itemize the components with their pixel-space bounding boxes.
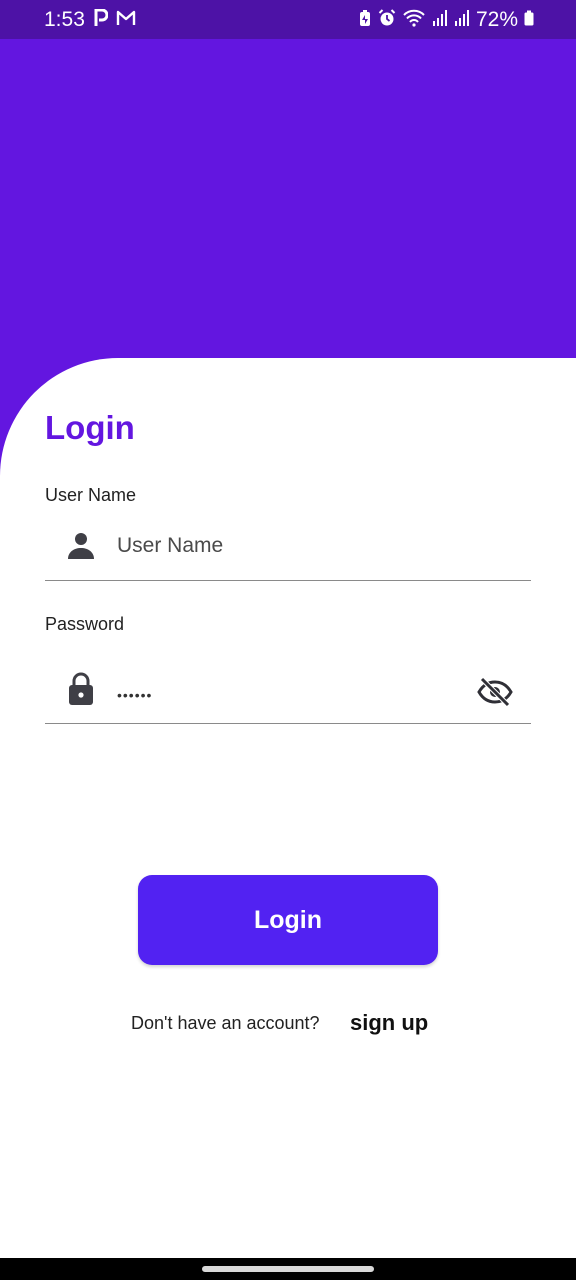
login-button[interactable]: Login (138, 875, 438, 965)
status-notification-icons (94, 8, 136, 32)
status-bar: 1:53 72% (0, 0, 576, 39)
home-gesture-handle[interactable] (202, 1266, 374, 1272)
signal-icon (432, 9, 448, 32)
signup-prompt: Don't have an account? (131, 1013, 320, 1033)
signup-link[interactable]: sign up (350, 1008, 428, 1038)
battery-icon (524, 10, 534, 31)
password-input[interactable] (117, 681, 457, 709)
wifi-icon (402, 9, 426, 32)
password-field[interactable] (45, 663, 531, 724)
person-icon (67, 530, 95, 562)
username-label: User Name (45, 485, 137, 505)
username-input[interactable] (117, 532, 497, 560)
battery-percentage: 72% (475, 8, 518, 31)
visibility-off-icon[interactable] (477, 677, 513, 709)
username-field[interactable] (45, 520, 531, 581)
gmail-icon (116, 10, 136, 31)
signal-icon (454, 9, 470, 32)
status-time: 1:53 (44, 8, 85, 31)
alarm-icon (378, 8, 396, 32)
navigation-bar (0, 1258, 576, 1280)
status-system-icons: 72% (358, 8, 534, 32)
lock-icon (67, 672, 95, 705)
battery-saver-icon (358, 9, 372, 32)
page-title: Login (45, 409, 135, 446)
login-screen: 1:53 72% Login User Name User Name Passw… (0, 0, 576, 1280)
password-label: Password (45, 614, 125, 634)
parking-icon (94, 8, 109, 32)
